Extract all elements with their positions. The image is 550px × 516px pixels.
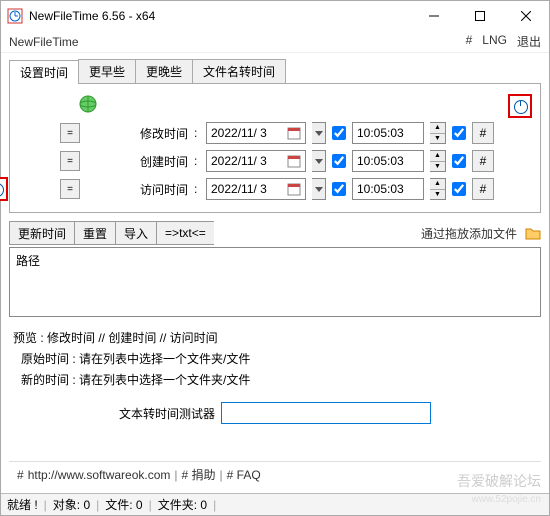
list-header-path: 路径: [16, 254, 40, 268]
created-time-input[interactable]: 10:05:03: [352, 150, 424, 172]
file-list[interactable]: 路径: [9, 247, 541, 317]
created-date-enable-checkbox[interactable]: [332, 154, 346, 168]
hash-button[interactable]: #: [472, 122, 494, 144]
reset-button[interactable]: 重置: [74, 221, 115, 245]
menubar: NewFileTime # LNG 退出: [1, 31, 549, 53]
menubar-exit[interactable]: 退出: [517, 33, 541, 50]
toolbar: 更新时间 重置 导入 =>txt<= 通过拖放添加文件: [9, 221, 541, 245]
accessed-time-enable-checkbox[interactable]: [452, 182, 466, 196]
tab-panel: = 修改时间 : 2022/11/ 3 10:05:03 ▲▼ # = 创建时间…: [9, 84, 541, 213]
status-folders: 文件夹: 0: [158, 496, 207, 513]
maximize-button[interactable]: [457, 1, 503, 31]
globe-icon[interactable]: [78, 94, 98, 114]
titlebar[interactable]: NewFileTime 6.56 - x64: [1, 1, 549, 31]
drag-hint: 通过拖放添加文件: [417, 225, 521, 242]
status-objects: 对象: 0: [53, 496, 90, 513]
accessed-label: 访问时间: [128, 181, 188, 198]
preview-original: 原始时间 : 请在列表中选择一个文件夹/文件: [9, 348, 541, 369]
equals-button[interactable]: =: [60, 151, 80, 171]
accessed-time-input[interactable]: 10:05:03: [352, 178, 424, 200]
tab-earlier[interactable]: 更早些: [78, 59, 136, 83]
tab-later[interactable]: 更晚些: [135, 59, 193, 83]
time-spinner[interactable]: ▲▼: [430, 150, 446, 172]
preview-new: 新的时间 : 请在列表中选择一个文件夹/文件: [9, 369, 541, 390]
modified-time-input[interactable]: 10:05:03: [352, 122, 424, 144]
menubar-app-name[interactable]: NewFileTime: [9, 35, 79, 49]
status-files: 文件: 0: [105, 496, 142, 513]
tab-set-time[interactable]: 设置时间: [9, 60, 79, 84]
clock-icon[interactable]: [0, 177, 8, 201]
clock-icon[interactable]: [508, 94, 532, 118]
row-accessed: = 访问时间 : 2022/11/ 3 10:05:03 ▲▼ #: [18, 178, 532, 200]
app-icon: [7, 8, 23, 24]
tab-filename-to-time[interactable]: 文件名转时间: [192, 59, 286, 83]
tester-row: 文本转时间测试器: [9, 402, 541, 424]
accessed-date-enable-checkbox[interactable]: [332, 182, 346, 196]
date-dropdown-icon[interactable]: [312, 178, 326, 200]
date-dropdown-icon[interactable]: [312, 122, 326, 144]
equals-button[interactable]: =: [60, 179, 80, 199]
window-buttons: [411, 1, 549, 31]
modified-date-picker[interactable]: 2022/11/ 3: [206, 122, 306, 144]
import-button[interactable]: 导入: [115, 221, 156, 245]
modified-date-enable-checkbox[interactable]: [332, 126, 346, 140]
row-modified: = 修改时间 : 2022/11/ 3 10:05:03 ▲▼ #: [18, 122, 532, 144]
created-time-enable-checkbox[interactable]: [452, 154, 466, 168]
statusbar: 就绪 ! | 对象: 0 | 文件: 0 | 文件夹: 0 |: [1, 493, 549, 515]
preview-line: 预览 : 修改时间 // 创建时间 // 访问时间: [9, 327, 541, 348]
tester-input[interactable]: [221, 402, 431, 424]
client-area: 设置时间 更早些 更晚些 文件名转时间 = 修改时间 : 2022/11/ 3: [1, 53, 549, 493]
hash-button[interactable]: #: [472, 178, 494, 200]
row-created: = 创建时间 : 2022/11/ 3 10:05:03 ▲▼ #: [18, 150, 532, 172]
time-spinner[interactable]: ▲▼: [430, 178, 446, 200]
time-spinner[interactable]: ▲▼: [430, 122, 446, 144]
tabstrip: 设置时间 更早些 更晚些 文件名转时间: [9, 59, 541, 84]
close-button[interactable]: [503, 1, 549, 31]
menubar-lng[interactable]: LNG: [482, 33, 507, 50]
created-date-picker[interactable]: 2022/11/ 3: [206, 150, 306, 172]
window-title: NewFileTime 6.56 - x64: [29, 9, 411, 23]
faq-link[interactable]: # FAQ: [227, 468, 261, 482]
status-ready: 就绪 !: [7, 496, 38, 513]
bottom-links: # http://www.softwareok.com | # 捐助 | # F…: [9, 461, 541, 487]
website-link[interactable]: http://www.softwareok.com: [28, 468, 171, 482]
txt-button[interactable]: =>txt<=: [156, 221, 214, 245]
open-folder-icon[interactable]: [521, 225, 541, 241]
modified-time-enable-checkbox[interactable]: [452, 126, 466, 140]
tester-label: 文本转时间测试器: [119, 405, 215, 422]
update-time-button[interactable]: 更新时间: [9, 221, 74, 245]
modified-label: 修改时间: [128, 125, 188, 142]
minimize-button[interactable]: [411, 1, 457, 31]
donate-link[interactable]: # 捐助: [182, 466, 216, 483]
app-window: NewFileTime 6.56 - x64 NewFileTime # LNG…: [0, 0, 550, 516]
equals-button[interactable]: =: [60, 123, 80, 143]
created-label: 创建时间: [128, 153, 188, 170]
date-dropdown-icon[interactable]: [312, 150, 326, 172]
accessed-date-picker[interactable]: 2022/11/ 3: [206, 178, 306, 200]
hash-button[interactable]: #: [472, 150, 494, 172]
menubar-hash[interactable]: #: [466, 33, 473, 50]
